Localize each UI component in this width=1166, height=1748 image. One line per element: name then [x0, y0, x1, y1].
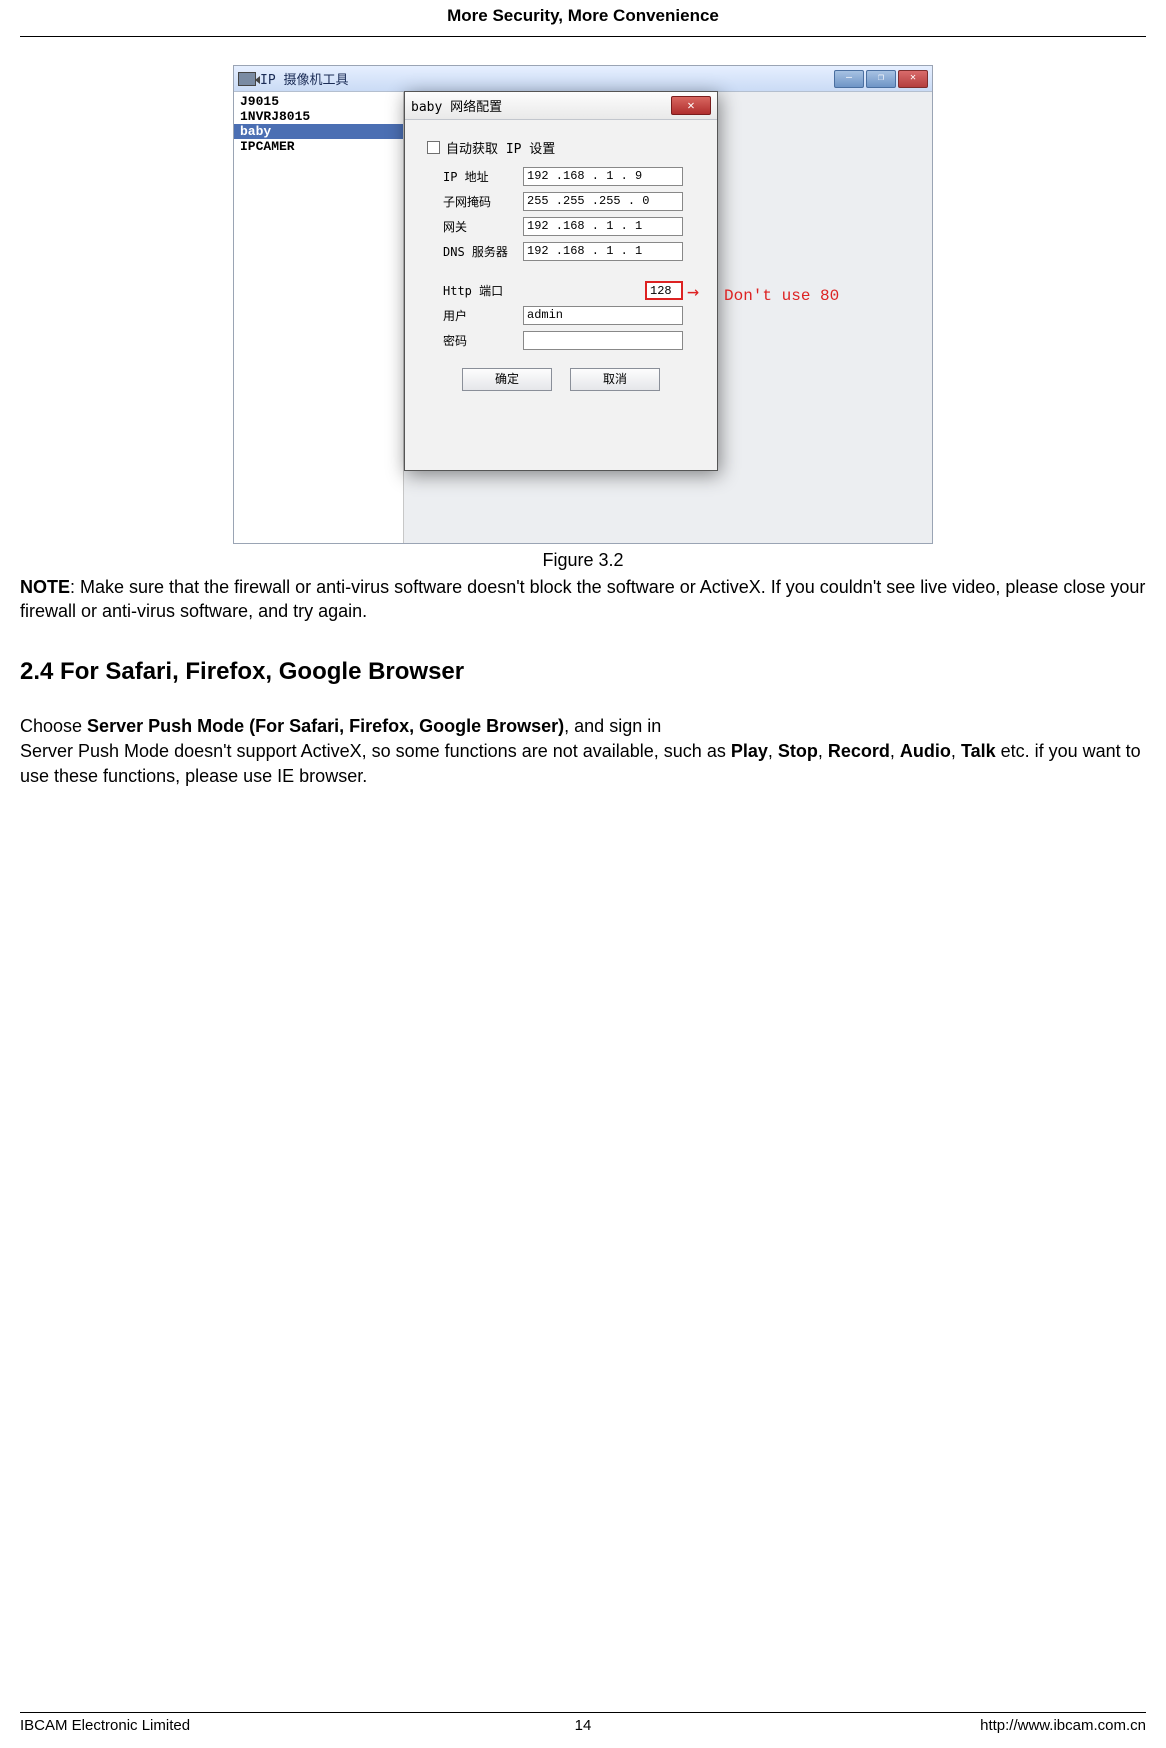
text: ,: [768, 741, 778, 761]
dns-row: DNS 服务器 192 .168 . 1 . 1: [443, 242, 701, 261]
mask-row: 子网掩码 255 .255 .255 . 0: [443, 192, 701, 211]
gateway-label: 网关: [443, 218, 523, 235]
auto-obtain-checkbox[interactable]: [427, 141, 440, 154]
ip-camera-tool-window: IP 摄像机工具 — ❐ ✕ J9015 1NVRJ8015 baby IPCA…: [233, 65, 933, 544]
dns-input[interactable]: 192 .168 . 1 . 1: [523, 242, 683, 261]
gateway-row: 网关 192 .168 . 1 . 1: [443, 217, 701, 236]
note-label: NOTE: [20, 577, 70, 597]
text: ,: [818, 741, 828, 761]
footer-page-number: 14: [20, 1717, 1146, 1734]
camera-icon: [238, 72, 256, 86]
header-title: More Security, More Convenience: [447, 6, 719, 25]
mask-label: 子网掩码: [443, 193, 523, 210]
arrow-icon: →: [687, 283, 699, 299]
page-header: More Security, More Convenience: [20, 0, 1146, 37]
page-footer: IBCAM Electronic Limited 14 http://www.i…: [20, 1712, 1146, 1734]
text: Talk: [961, 741, 996, 761]
text: Record: [828, 741, 890, 761]
device-list: J9015 1NVRJ8015 baby IPCAMER: [234, 92, 404, 543]
dialog-button-row: 确定 取消: [421, 368, 701, 391]
ip-row: IP 地址 192 .168 . 1 . 9: [443, 167, 701, 186]
dialog-title: baby 网络配置: [411, 96, 502, 115]
close-button[interactable]: ✕: [898, 70, 928, 88]
maximize-button[interactable]: ❐: [866, 70, 896, 88]
dns-label: DNS 服务器: [443, 243, 523, 260]
text: ,: [951, 741, 961, 761]
port-input[interactable]: 128: [645, 281, 683, 300]
list-item[interactable]: baby: [234, 124, 403, 139]
server-push-mode-label: Server Push Mode (For Safari, Firefox, G…: [87, 716, 564, 736]
auto-obtain-label: 自动获取 IP 设置: [446, 138, 555, 157]
tool-right-pane: baby 网络配置 ✕ 自动获取 IP 设置 IP 地址 192 .168 . …: [404, 92, 932, 543]
port-label: Http 端口: [443, 282, 523, 299]
password-label: 密码: [443, 332, 523, 349]
minimize-button[interactable]: —: [834, 70, 864, 88]
text: Server Push Mode doesn't support ActiveX…: [20, 741, 731, 761]
list-item[interactable]: IPCAMER: [234, 139, 403, 154]
ip-input[interactable]: 192 .168 . 1 . 9: [523, 167, 683, 186]
tool-titlebar: IP 摄像机工具 — ❐ ✕: [234, 66, 932, 92]
text: Audio: [900, 741, 951, 761]
figure-caption: Figure 3.2: [20, 550, 1146, 571]
dialog-close-button[interactable]: ✕: [671, 96, 711, 115]
note-paragraph: NOTE: Make sure that the firewall or ant…: [20, 575, 1146, 624]
list-item[interactable]: J9015: [234, 94, 403, 109]
window-controls: — ❐ ✕: [834, 70, 928, 88]
password-input[interactable]: [523, 331, 683, 350]
tool-window-title: IP 摄像机工具: [260, 69, 348, 88]
ok-button[interactable]: 确定: [462, 368, 552, 391]
password-row: 密码: [443, 331, 701, 350]
text: Stop: [778, 741, 818, 761]
list-item[interactable]: 1NVRJ8015: [234, 109, 403, 124]
tool-body: J9015 1NVRJ8015 baby IPCAMER baby 网络配置 ✕…: [234, 92, 932, 543]
port-annotation: Don't use 80: [724, 287, 839, 305]
screenshot-figure: IP 摄像机工具 — ❐ ✕ J9015 1NVRJ8015 baby IPCA…: [20, 65, 1146, 544]
note-text: : Make sure that the firewall or anti-vi…: [20, 577, 1145, 621]
dialog-titlebar: baby 网络配置 ✕: [405, 92, 717, 120]
user-label: 用户: [443, 307, 523, 324]
user-input[interactable]: admin: [523, 306, 683, 325]
cancel-button[interactable]: 取消: [570, 368, 660, 391]
text: , and sign in: [564, 716, 661, 736]
text: Play: [731, 741, 768, 761]
text: ,: [890, 741, 900, 761]
network-config-dialog: baby 网络配置 ✕ 自动获取 IP 设置 IP 地址 192 .168 . …: [404, 91, 718, 471]
port-row: Http 端口 128 →: [443, 281, 701, 300]
user-row: 用户 admin: [443, 306, 701, 325]
mask-input[interactable]: 255 .255 .255 . 0: [523, 192, 683, 211]
text: Choose: [20, 716, 87, 736]
section-heading: 2.4 For Safari, Firefox, Google Browser: [20, 658, 1146, 686]
body-paragraph-2: Server Push Mode doesn't support ActiveX…: [20, 739, 1146, 789]
body-paragraph-1: Choose Server Push Mode (For Safari, Fir…: [20, 714, 1146, 739]
dialog-body: 自动获取 IP 设置 IP 地址 192 .168 . 1 . 9 子网掩码 2…: [405, 120, 717, 401]
auto-obtain-row: 自动获取 IP 设置: [427, 138, 701, 157]
gateway-input[interactable]: 192 .168 . 1 . 1: [523, 217, 683, 236]
ip-label: IP 地址: [443, 168, 523, 185]
